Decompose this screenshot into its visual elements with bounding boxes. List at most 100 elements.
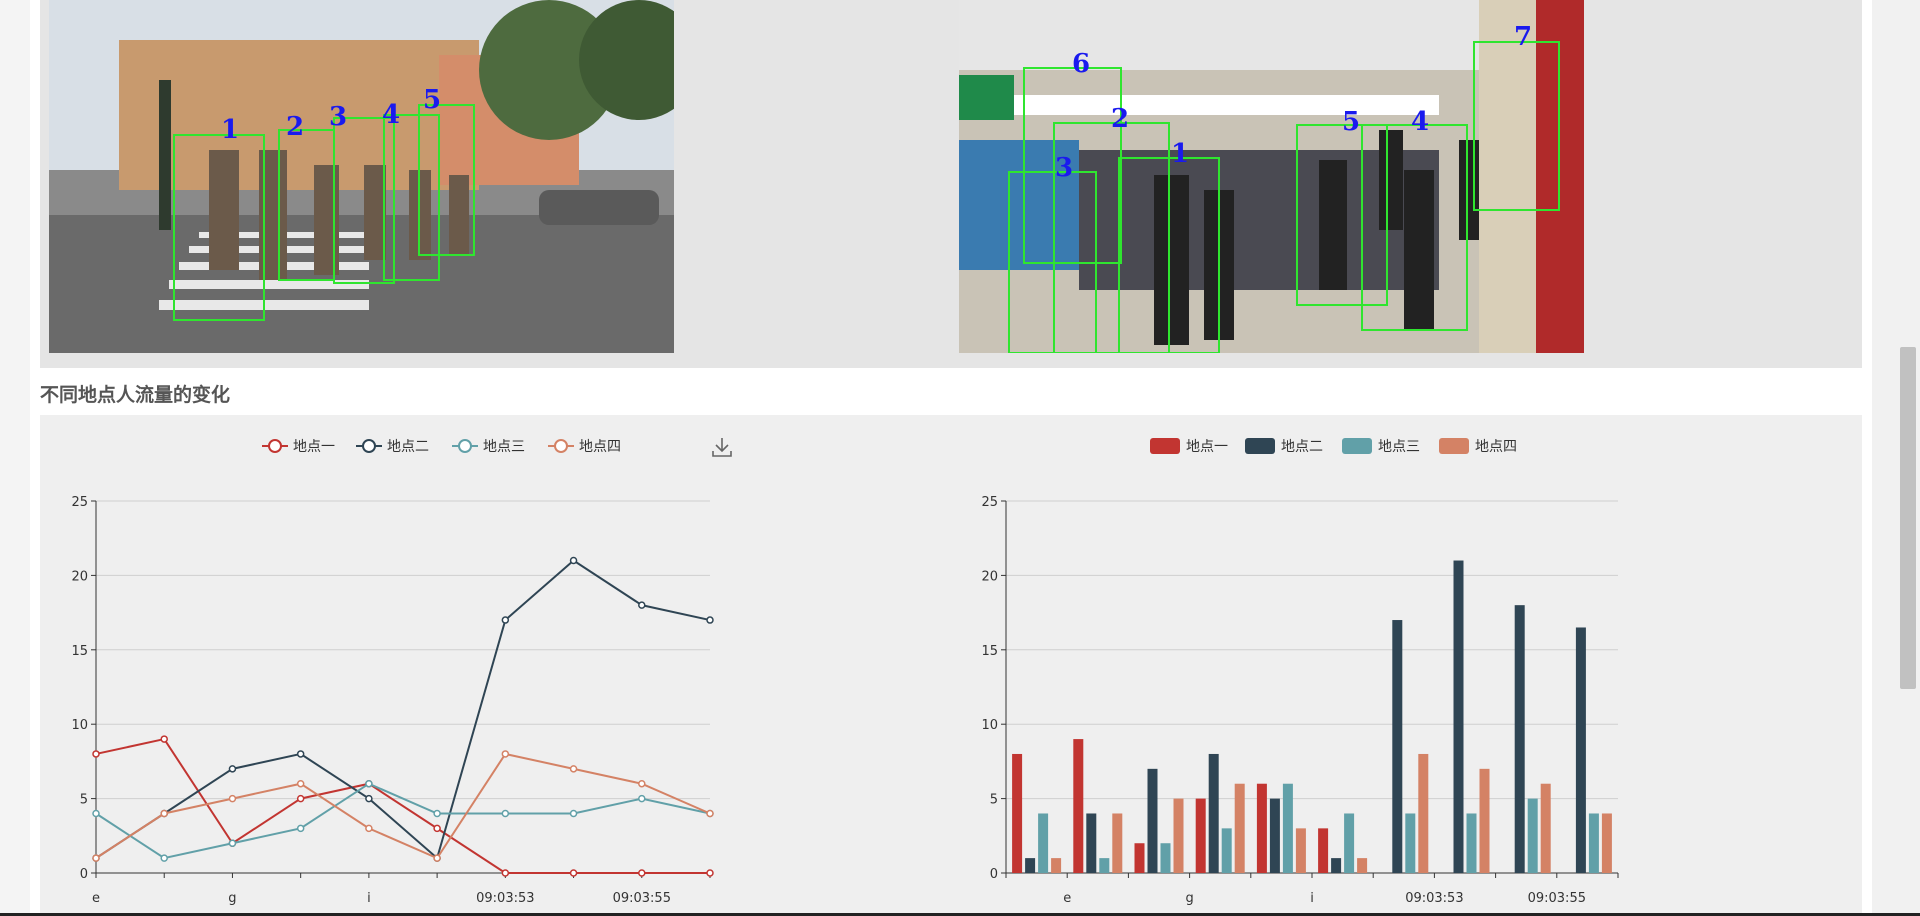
download-icon[interactable] xyxy=(710,435,734,459)
y-tick-label: 10 xyxy=(981,718,998,733)
bar xyxy=(1256,783,1267,873)
series-line xyxy=(95,559,711,860)
legend-item[interactable]: 地点四 xyxy=(1439,438,1517,455)
bar xyxy=(1331,858,1342,873)
subway-scene: 6 2 3 1 5 4 7 xyxy=(959,0,1584,353)
data-point xyxy=(92,809,100,818)
bar xyxy=(1147,768,1158,873)
bar xyxy=(1405,813,1416,873)
svg-text:3: 3 xyxy=(329,102,347,132)
bar xyxy=(1221,828,1232,873)
x-tick-label: e xyxy=(92,891,100,906)
x-tick-label: e xyxy=(1063,891,1071,906)
data-point xyxy=(569,765,578,773)
column xyxy=(1479,0,1536,353)
svg-text:1: 1 xyxy=(1171,139,1189,169)
subway-camera-feed: 6 2 3 1 5 4 7 xyxy=(959,0,1584,353)
legend-label: 地点四 xyxy=(1475,439,1517,455)
x-tick-label: i xyxy=(367,891,371,906)
line-chart: 0 5 10 15 20 25 e g i 09:03:53 09:03:55 地点一 地点二 地点三 地点… xyxy=(71,439,714,906)
legend-swatch xyxy=(1439,438,1469,454)
legend-item[interactable]: 地点三 xyxy=(452,439,525,455)
bar xyxy=(1344,813,1355,873)
data-point xyxy=(433,809,441,818)
data-point xyxy=(433,824,441,833)
y-tick-label: 0 xyxy=(990,867,998,882)
data-point xyxy=(706,869,714,877)
x-tick-label: g xyxy=(228,891,236,906)
scrollbar-thumb[interactable] xyxy=(1900,347,1916,689)
legend-item[interactable]: 地点二 xyxy=(356,439,429,455)
bar xyxy=(1466,813,1477,873)
street-camera-feed: 1 2 3 4 5 xyxy=(49,0,674,353)
data-point xyxy=(501,616,510,624)
svg-text:5: 5 xyxy=(423,85,441,115)
data-point xyxy=(501,809,510,818)
bar xyxy=(1479,768,1490,873)
data-point xyxy=(296,794,305,803)
data-point xyxy=(365,779,373,788)
bar xyxy=(1073,739,1084,873)
series-line xyxy=(95,782,711,860)
svg-text:6: 6 xyxy=(1072,49,1090,79)
legend-label: 地点二 xyxy=(1281,439,1323,455)
bar xyxy=(1357,858,1368,873)
x-tick-label: 09:03:53 xyxy=(476,891,534,906)
data-point xyxy=(706,809,714,818)
data-point xyxy=(638,794,646,803)
bar xyxy=(1601,813,1612,873)
legend-label: 地点四 xyxy=(579,439,621,455)
bar xyxy=(1575,627,1586,873)
bar xyxy=(1099,858,1110,873)
legend-item[interactable]: 地点一 xyxy=(262,439,335,455)
data-point xyxy=(228,839,237,847)
data-point xyxy=(228,794,237,803)
bar-chart: 0 5 10 15 20 25 e g i 09:03:53 09:03:55 地点一 地点二 地点三 地点… xyxy=(981,438,1619,906)
y-tick-label: 5 xyxy=(990,793,998,808)
bar xyxy=(1012,753,1023,873)
page-scrollbar[interactable] xyxy=(1872,0,1920,916)
data-point xyxy=(160,809,168,818)
x-tick-label: 09:03:53 xyxy=(1405,891,1463,906)
legend-item[interactable]: 地点三 xyxy=(1342,438,1420,455)
data-point xyxy=(160,735,168,743)
legend-marker xyxy=(362,439,376,453)
legend-item[interactable]: 地点二 xyxy=(1245,438,1323,455)
svg-text:2: 2 xyxy=(1111,104,1129,134)
data-point xyxy=(296,779,305,788)
left-gutter xyxy=(0,0,30,916)
bar xyxy=(1282,783,1293,873)
bar xyxy=(1295,828,1306,873)
bar xyxy=(1112,813,1123,873)
data-point xyxy=(569,869,578,877)
data-point xyxy=(638,779,646,788)
street-scene: 1 2 3 4 5 xyxy=(49,0,674,353)
y-tick-label: 25 xyxy=(981,495,998,510)
svg-text:1: 1 xyxy=(221,115,239,145)
legend-swatch xyxy=(1150,438,1180,454)
legend-label: 地点三 xyxy=(1378,439,1420,455)
svg-text:4: 4 xyxy=(1411,107,1429,137)
y-tick-label: 10 xyxy=(71,718,88,733)
x-tick-label: i xyxy=(1310,891,1314,906)
bar xyxy=(1173,798,1184,873)
bar xyxy=(1038,813,1049,873)
legend-label: 地点一 xyxy=(293,439,335,455)
legend-swatch xyxy=(1245,438,1275,454)
legend-item[interactable]: 地点四 xyxy=(548,439,621,455)
bar xyxy=(1540,783,1551,873)
svg-text:4: 4 xyxy=(382,100,400,130)
y-tick-label: 15 xyxy=(71,644,88,659)
parked-car xyxy=(539,190,659,225)
legend-swatch xyxy=(1342,438,1372,454)
y-tick-label: 20 xyxy=(71,569,88,584)
svg-text:7: 7 xyxy=(1514,22,1532,52)
data-point xyxy=(92,750,100,758)
data-point xyxy=(160,854,168,862)
x-tick-label: 09:03:55 xyxy=(613,891,671,906)
data-point xyxy=(296,750,305,758)
bar xyxy=(1588,813,1599,873)
data-point xyxy=(296,824,305,833)
legend-item[interactable]: 地点一 xyxy=(1150,438,1228,455)
data-point xyxy=(365,794,373,803)
